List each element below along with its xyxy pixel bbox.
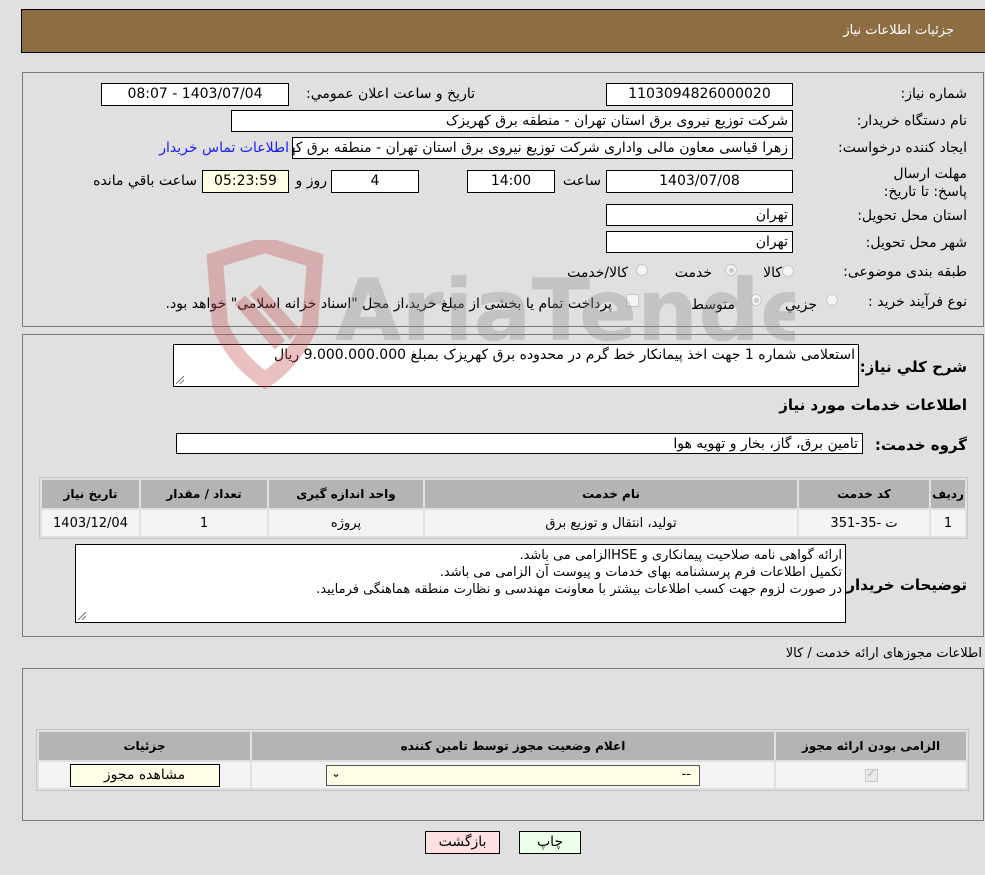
category-radio-service[interactable] xyxy=(725,264,737,276)
days-label: روز و xyxy=(295,173,328,189)
deadline-time-label: ساعت xyxy=(562,173,601,189)
requester-label: ایجاد کننده درخواست: xyxy=(838,140,967,156)
page-title-bar: جزئیات اطلاعات نیاز xyxy=(21,9,985,53)
process-radio-medium[interactable] xyxy=(750,294,762,306)
print-button[interactable]: چاپ xyxy=(519,831,581,854)
category-radio-goods-service[interactable] xyxy=(636,264,648,276)
remaining-time-label: ساعت باقي مانده xyxy=(93,173,197,189)
cell-service-name: تولید، انتقال و توزیع برق xyxy=(425,510,797,536)
summary-label: شرح کلي نیاز: xyxy=(859,358,967,376)
table-row: ✓ -- ⌄ مشاهده مجوز xyxy=(39,762,966,788)
category-option-goods: کالا xyxy=(763,265,782,281)
licenses-heading: اطلاعات مجوزهای ارائه خدمت / کالا xyxy=(785,646,982,661)
treasury-checkbox-label: پرداخت تمام یا بخشی از مبلغ خرید،از محل … xyxy=(165,296,612,312)
col-license-details: جزئیات xyxy=(39,732,250,760)
deadline-label: مهلت ارسال پاسخ: تا تاریخ: xyxy=(883,166,967,200)
remaining-time-field: 05:23:59 xyxy=(202,170,289,193)
cell-quantity: 1 xyxy=(141,510,267,536)
chevron-down-icon: ⌄ xyxy=(331,765,342,780)
col-service-code: کد خدمت xyxy=(799,480,929,508)
category-label: طبقه بندی موضوعی: xyxy=(843,264,967,280)
buyer-org-label: نام دستگاه خریدار: xyxy=(856,113,967,129)
services-table: ردیف کد خدمت نام خدمت واحد اندازه گیری ت… xyxy=(39,477,968,539)
table-row: 1 ت -35-351 تولید، انتقال و توزیع برق پر… xyxy=(42,510,965,536)
process-option-minor: جزيي xyxy=(785,297,817,313)
cell-license-details: مشاهده مجوز xyxy=(39,762,250,788)
license-required-checkbox[interactable]: ✓ xyxy=(864,766,878,782)
cell-row-number: 1 xyxy=(931,510,965,536)
purchase-process-label: نوع فرآیند خرید : xyxy=(868,294,967,310)
treasury-checkbox[interactable] xyxy=(626,294,639,307)
announce-datetime-label: تاریخ و ساعت اعلان عمومي: xyxy=(306,86,475,102)
category-option-service: خدمت xyxy=(674,265,712,281)
back-button[interactable]: بازگشت xyxy=(425,831,500,854)
col-unit: واحد اندازه گیری xyxy=(269,480,423,508)
page-title: جزئیات اطلاعات نیاز xyxy=(843,23,954,38)
licenses-table-header: الزامی بودن ارائه مجوز اعلام وضعیت مجوز … xyxy=(39,732,966,760)
need-number-label: شماره نیاز: xyxy=(900,86,968,102)
deadline-date-field: 1403/07/08 xyxy=(606,170,793,193)
col-license-status: اعلام وضعیت مجوز توسط تامین کننده xyxy=(252,732,774,760)
city-label: شهر محل تحویل: xyxy=(865,235,967,251)
summary-text: استعلامی شماره 1 جهت اخذ پیمانکار خط گرم… xyxy=(274,347,855,363)
cell-unit: پروژه xyxy=(269,510,423,536)
buyer-note-line: ارائه گواهی نامه صلاحیت پیمانکاری و HSEا… xyxy=(519,548,842,563)
checkmark-icon: ✓ xyxy=(866,766,876,780)
licenses-table: الزامی بودن ارائه مجوز اعلام وضعیت مجوز … xyxy=(36,729,969,791)
cell-license-status: -- ⌄ xyxy=(252,762,774,788)
process-radio-minor[interactable] xyxy=(826,294,838,306)
process-option-medium: متوسط xyxy=(691,297,735,313)
col-quantity: تعداد / مقدار xyxy=(141,480,267,508)
city-field: تهران xyxy=(606,231,793,253)
cell-need-date: 1403/12/04 xyxy=(42,510,139,536)
license-status-value: -- xyxy=(681,766,691,782)
need-number-field: 1103094826000020 xyxy=(606,83,793,106)
category-option-goods-service: کالا/خدمت xyxy=(567,265,628,281)
buyer-org-field: شرکت توزیع نیروی برق استان تهران - منطقه… xyxy=(231,110,793,132)
buyer-notes-label: توضیحات خریدار: xyxy=(840,576,967,594)
requester-field: زهرا قیاسی معاون مالی واداری شرکت توزیع … xyxy=(292,137,793,159)
cell-service-code: ت -35-351 xyxy=(799,510,929,536)
deadline-time-field: 14:00 xyxy=(467,170,555,193)
buyer-notes-textarea[interactable]: ارائه گواهی نامه صلاحیت پیمانکاری و HSEا… xyxy=(75,544,846,623)
view-license-button[interactable]: مشاهده مجوز xyxy=(69,763,220,787)
license-status-select[interactable]: -- ⌄ xyxy=(326,764,700,786)
services-heading: اطلاعات خدمات مورد نیاز xyxy=(779,396,967,414)
service-group-field: تامین برق، گاز، بخار و تهویه هوا xyxy=(176,433,863,454)
days-remaining-field: 4 xyxy=(331,170,419,193)
summary-textarea[interactable]: استعلامی شماره 1 جهت اخذ پیمانکار خط گرم… xyxy=(173,344,859,387)
resize-grip-icon[interactable] xyxy=(78,612,86,620)
service-group-label: گروه خدمت: xyxy=(874,436,967,454)
col-service-name: نام خدمت xyxy=(425,480,797,508)
buyer-note-line: در صورت لزوم جهت کسب اطلاعات بیشتر با مع… xyxy=(316,582,842,597)
col-license-required: الزامی بودن ارائه مجوز xyxy=(776,732,966,760)
col-row-number: ردیف xyxy=(931,480,965,508)
resize-grip-icon[interactable] xyxy=(176,376,184,384)
services-table-header: ردیف کد خدمت نام خدمت واحد اندازه گیری ت… xyxy=(42,480,965,508)
province-field: تهران xyxy=(606,204,793,226)
col-need-date: تاریخ نیاز xyxy=(42,480,139,508)
buyer-contact-link[interactable]: اطلاعات تماس خریدار xyxy=(159,140,289,156)
province-label: استان محل تحویل: xyxy=(857,208,967,224)
cell-license-required: ✓ xyxy=(776,762,966,788)
announce-datetime-field: 1403/07/04 - 08:07 xyxy=(101,83,289,106)
buyer-note-line: تکمیل اطلاعات فرم پرسشنامه بهای خدمات و … xyxy=(439,565,842,580)
category-radio-goods[interactable] xyxy=(782,265,794,277)
